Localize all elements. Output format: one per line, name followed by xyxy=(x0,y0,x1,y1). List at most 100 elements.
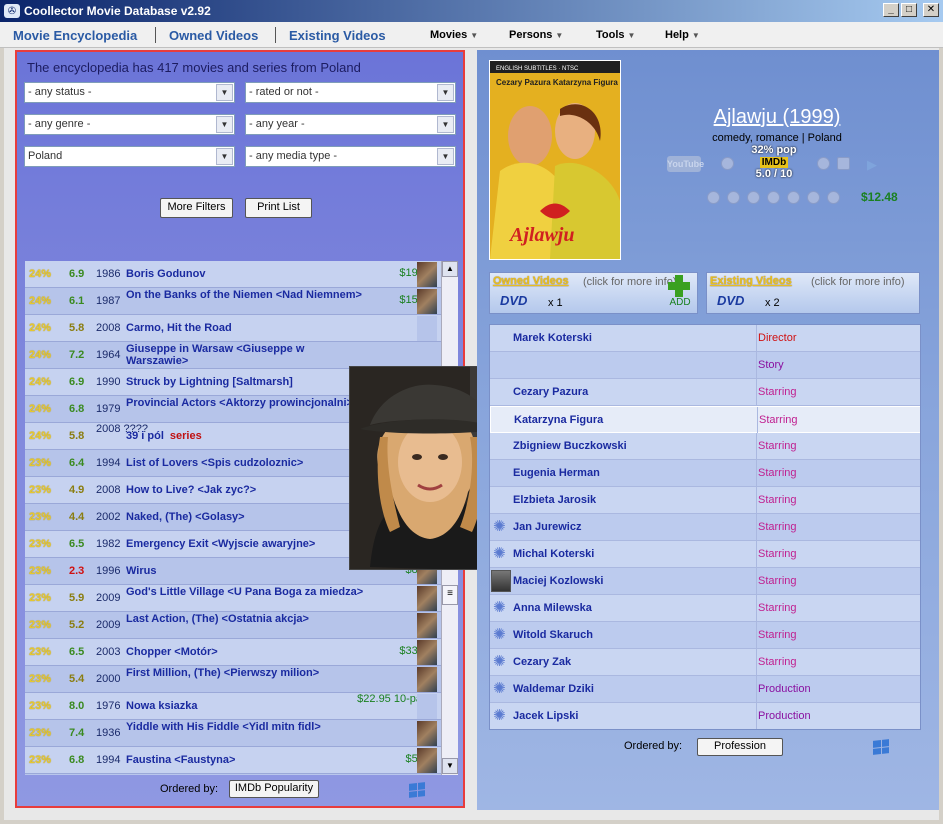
person-placeholder-icon[interactable] xyxy=(491,678,511,700)
movie-row[interactable]: 23%6.81994Faustina <Faustyna>$5.72 xyxy=(25,747,441,774)
movie-title-link[interactable]: How to Live? <Jak zyc?> xyxy=(126,484,366,496)
movie-title-link[interactable]: Nowa ksiazka xyxy=(126,700,366,712)
tab-movie-encyclopedia[interactable]: Movie Encyclopedia xyxy=(13,28,137,43)
existing-videos-title[interactable]: Existing Videos xyxy=(710,275,792,287)
menu-help[interactable]: Help ▼ xyxy=(665,29,700,41)
movie-row[interactable]: 23% 5.4 2000 First Million, (The) <Pierwszy… xyxy=(25,666,441,693)
cast-row[interactable]: Michal Koterski Starring xyxy=(490,541,920,568)
person-name[interactable]: Witold Skaruch xyxy=(513,629,593,641)
movie-title-link[interactable]: Boris Godunov xyxy=(126,268,366,280)
movie-title-link[interactable]: Faustina <Faustyna> xyxy=(126,754,366,766)
order-by-button[interactable]: IMDb Popularity xyxy=(229,780,319,798)
movie-title-link[interactable]: Yiddle with His Fiddle <Yidl mitn fidl> xyxy=(126,721,366,733)
scroll-down-icon[interactable]: ▼ xyxy=(442,758,458,774)
rating-face-icon-3[interactable] xyxy=(747,191,760,204)
cast-order-by-button[interactable]: Profession xyxy=(697,738,783,756)
owned-videos-box[interactable]: Owned Videos (click for more info) DVD x… xyxy=(489,272,698,314)
movie-row[interactable]: 24%6.91986Boris Godunov$19.99 xyxy=(25,261,441,288)
more-filters-button[interactable]: More Filters xyxy=(160,198,233,218)
person-thumbnail[interactable] xyxy=(491,570,511,592)
movie-row[interactable]: 24% 5.8 2008 Carmo, Hit the Road xyxy=(25,315,441,342)
menu-persons[interactable]: Persons ▼ xyxy=(509,29,563,41)
cast-row[interactable]: Cezary Pazura Starring xyxy=(490,379,920,406)
movie-row[interactable]: 23% 5.2 2009 Last Action, (The) <Ostatnia a… xyxy=(25,612,441,639)
rating-face-icon-2[interactable] xyxy=(727,191,740,204)
menu-tools[interactable]: Tools ▼ xyxy=(596,29,635,41)
movie-title-link[interactable]: Carmo, Hit the Road xyxy=(126,322,366,334)
person-placeholder-icon[interactable] xyxy=(491,705,511,727)
movie-title-link[interactable]: 39 i pól series xyxy=(126,430,366,442)
movie-title-link[interactable]: Chopper <Motór> xyxy=(126,646,366,658)
cast-row[interactable]: Story xyxy=(490,352,920,379)
person-name[interactable]: Elzbieta Jarosik xyxy=(513,494,596,506)
person-placeholder-icon[interactable] xyxy=(491,597,511,619)
movie-title-link[interactable]: Provincial Actors <Aktorzy prowincjonaln… xyxy=(126,397,366,409)
rating-face-icon-7[interactable] xyxy=(827,191,840,204)
movie-row[interactable]: 23%6.52003Chopper <Motór>$33.00 xyxy=(25,639,441,666)
owned-videos-title[interactable]: Owned Videos xyxy=(493,275,569,287)
status-filter[interactable]: - any status - ▼ xyxy=(24,82,235,103)
cast-row[interactable]: Marek Koterski Director xyxy=(490,325,920,352)
movie-title-link[interactable]: Giuseppe in Warsaw <Giuseppe w Warszawie… xyxy=(126,343,366,367)
movie-title[interactable]: Ajlawju (1999) xyxy=(677,106,877,129)
person-name[interactable]: Marek Koterski xyxy=(513,332,592,344)
media-type-filter[interactable]: - any media type - ▼ xyxy=(245,146,456,167)
movie-row[interactable]: 23% 5.9 2009 God's Little Village <U Pana B… xyxy=(25,585,441,612)
person-name[interactable]: Jan Jurewicz xyxy=(513,521,581,533)
youtube-icon[interactable]: YouTube xyxy=(667,156,704,172)
scroll-up-icon[interactable]: ▲ xyxy=(442,261,458,277)
movie-thumbnail[interactable] xyxy=(417,667,437,692)
movie-title-link[interactable]: God's Little Village <U Pana Boga za mie… xyxy=(126,586,366,598)
existing-videos-box[interactable]: Existing Videos (click for more info) DV… xyxy=(706,272,920,314)
movie-title-link[interactable]: Last Action, (The) <Ostatnia akcja> xyxy=(126,613,366,625)
imdb-rating[interactable]: 32% pop IMDb 5.0 / 10 xyxy=(749,144,799,180)
movie-thumbnail[interactable] xyxy=(417,640,437,665)
add-video-button[interactable]: ADD xyxy=(668,275,692,308)
movie-title-link[interactable]: Struck by Lightning [Saltmarsh] xyxy=(126,376,366,388)
person-name[interactable]: Anna Milewska xyxy=(513,602,592,614)
movie-thumbnail[interactable] xyxy=(417,289,437,314)
movie-title-link[interactable]: Wirus xyxy=(126,565,366,577)
windows-icon[interactable] xyxy=(409,782,425,798)
windows-icon[interactable] xyxy=(873,739,889,755)
menu-movies[interactable]: Movies ▼ xyxy=(430,29,478,41)
person-name[interactable]: Zbigniew Buczkowski xyxy=(513,440,627,452)
cast-row[interactable]: Anna Milewska Starring xyxy=(490,595,920,622)
rating-face-icon-5[interactable] xyxy=(787,191,800,204)
movie-cover[interactable]: ENGLISH SUBTITLES · NTSC Cezary Pazura K… xyxy=(489,60,621,260)
person-name[interactable]: Maciej Kozlowski xyxy=(513,575,603,587)
web-icon[interactable] xyxy=(721,157,734,170)
tab-existing-videos[interactable]: Existing Videos xyxy=(289,28,386,43)
cast-row[interactable]: Elzbieta Jarosik Starring xyxy=(490,487,920,514)
person-placeholder-icon[interactable] xyxy=(491,516,511,538)
movie-row[interactable]: 23% 7.4 1936 Yiddle with His Fiddle <Yidl m… xyxy=(25,720,441,747)
movie-title-link[interactable]: Naked, (The) <Golasy> xyxy=(126,511,366,523)
movie-row[interactable]: 23% 8.0 1976 Nowa ksiazka $22.95 10-pack xyxy=(25,693,441,720)
movie-thumbnail[interactable] xyxy=(417,586,437,611)
person-name[interactable]: Michal Koterski xyxy=(513,548,594,560)
movie-thumbnail[interactable] xyxy=(417,613,437,638)
cast-row[interactable]: Katarzyna Figura Starring xyxy=(490,406,920,434)
cast-row[interactable]: Jan Jurewicz Starring xyxy=(490,514,920,541)
movie-row[interactable]: 24% 7.2 1964 Giuseppe in Warsaw <Giuseppe w… xyxy=(25,342,441,369)
close-button[interactable]: ✕ xyxy=(923,3,939,17)
rating-face-icon-1[interactable] xyxy=(707,191,720,204)
rated-filter[interactable]: - rated or not - ▼ xyxy=(245,82,456,103)
movie-thumbnail[interactable] xyxy=(417,343,437,368)
movie-title-link[interactable]: Emergency Exit <Wyjscie awaryjne> xyxy=(126,538,366,550)
person-placeholder-icon[interactable] xyxy=(491,624,511,646)
maximize-button[interactable]: □ xyxy=(901,3,917,17)
person-name[interactable]: Waldemar Dziki xyxy=(513,683,594,695)
scroll-thumb[interactable]: ≡ xyxy=(442,585,458,605)
movie-thumbnail[interactable] xyxy=(417,694,437,719)
play-icon[interactable]: ▶ xyxy=(867,157,877,173)
person-placeholder-icon[interactable] xyxy=(491,543,511,565)
person-name[interactable]: Jacek Lipski xyxy=(513,710,578,722)
cast-row[interactable]: Eugenia Herman Starring xyxy=(490,460,920,487)
year-filter[interactable]: - any year - ▼ xyxy=(245,114,456,135)
person-name[interactable]: Cezary Pazura xyxy=(513,386,588,398)
movie-thumbnail[interactable] xyxy=(417,262,437,287)
cast-row[interactable]: Waldemar Dziki Production xyxy=(490,676,920,703)
cast-row[interactable]: Maciej Kozlowski Starring xyxy=(490,568,920,595)
person-name[interactable]: Eugenia Herman xyxy=(513,467,600,479)
